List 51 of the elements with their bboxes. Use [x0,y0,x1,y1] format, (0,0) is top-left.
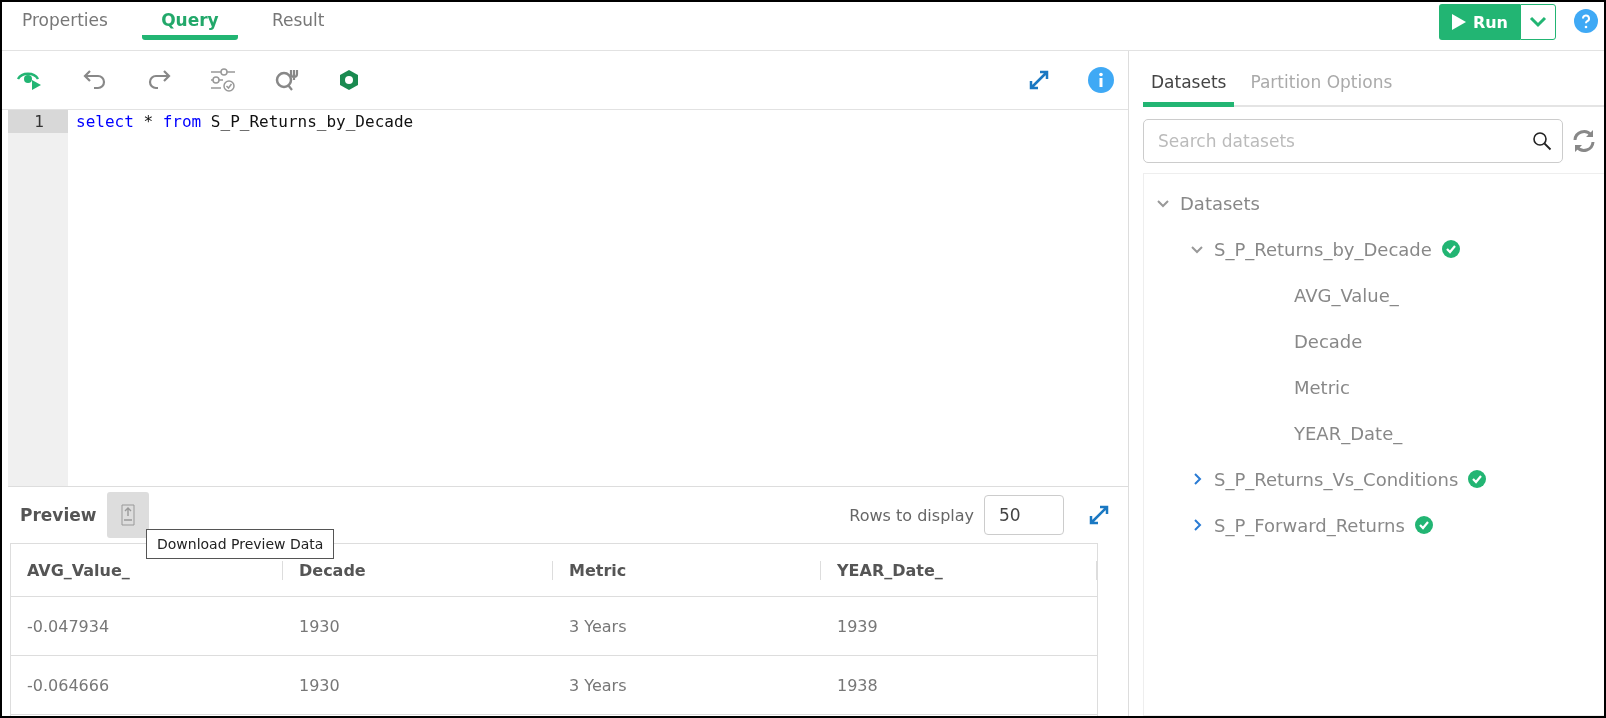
info-icon[interactable] [1088,67,1114,93]
play-icon [1450,13,1467,31]
table-cell-text: 3 Years [568,675,628,695]
tab[interactable]: Result [271,2,325,40]
search-icon[interactable] [1532,131,1552,151]
tab[interactable]: Properties [22,2,108,40]
dropdown-button[interactable] [1520,4,1556,40]
field-name[interactable]: Decade [1294,330,1363,352]
undo-icon[interactable] [82,68,108,92]
field-name[interactable]: YEAR_Date_ [1294,422,1403,444]
tree-item[interactable]: Datasets [1180,192,1260,214]
tooltip: Download Preview Data [146,529,335,559]
column-header[interactable]: YEAR_Date_ [821,560,1097,580]
run-button[interactable]: Run [1438,4,1520,40]
redo-icon[interactable] [146,68,172,92]
settings-icon[interactable] [210,67,236,93]
csv-download-button[interactable] [106,492,149,538]
csv-file-icon [118,504,137,526]
field-name[interactable]: Metric [1294,376,1350,398]
dataset-name[interactable]: S_P_Forward_Returns [1214,514,1405,536]
table-cell-text: 1939 [836,616,879,636]
expand-icon[interactable] [1088,504,1110,526]
dataset-name[interactable]: S_P_Returns_Vs_Conditions [1214,468,1459,490]
table-cell-text: 1938 [836,675,879,695]
table-cell-text: -0.047934 [26,616,111,636]
rows-label: Rows to display [849,505,974,525]
hexagon-icon[interactable] [338,69,360,91]
preview-title: Preview [20,505,97,525]
dataset-name[interactable]: S_P_Returns_by_Decade [1214,238,1432,260]
check-icon [1414,516,1433,534]
field-name[interactable]: AVG_Value_ [1294,284,1399,306]
column-header[interactable]: Metric [553,560,821,580]
code-line: select * from S_P_Returns_by_Decade [76,112,415,131]
query-tool-icon[interactable] [274,67,300,93]
check-icon [1441,240,1460,258]
column-header[interactable]: Decade [283,560,553,580]
refresh-icon[interactable] [1571,128,1597,154]
expand-icon[interactable] [1028,69,1050,91]
tab[interactable]: Query [141,2,238,40]
tab[interactable]: Partition Options [1242,72,1401,107]
table-cell-text: -0.064666 [26,675,111,695]
table-cell-text: 1930 [298,675,341,695]
check-icon [1468,470,1487,488]
tab[interactable]: Datasets [1143,72,1235,107]
line-number: 1 [8,110,68,133]
caret-icon [1529,16,1547,28]
column-header[interactable]: AVG_Value_ [11,560,283,580]
table-cell-text: 1930 [298,616,341,636]
rows-input[interactable]: 50 [984,495,1064,535]
help-icon[interactable] [1574,9,1598,33]
table-cell-text: 3 Years [568,616,628,636]
